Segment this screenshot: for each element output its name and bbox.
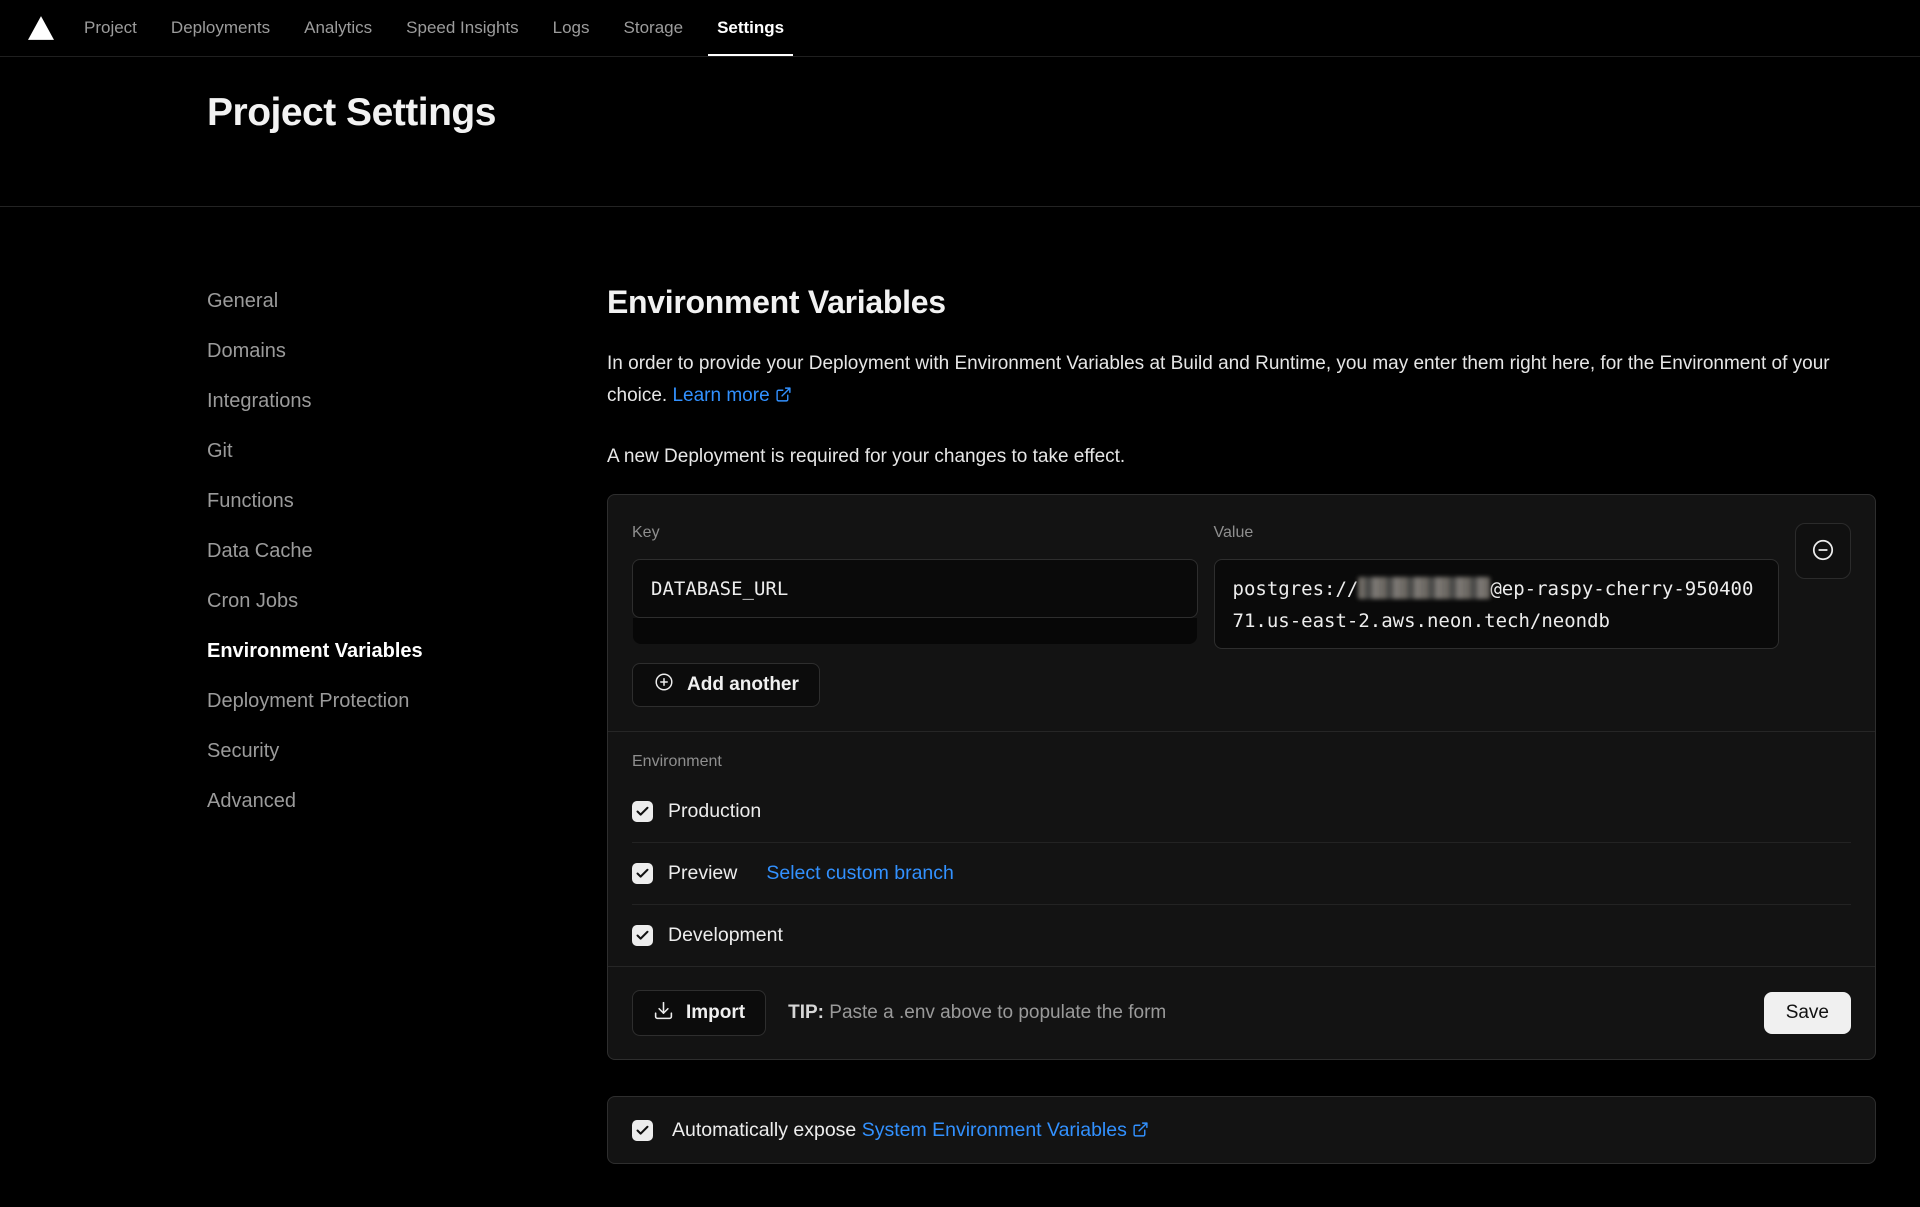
import-button[interactable]: Import <box>632 990 766 1036</box>
value-label: Value <box>1214 523 1780 543</box>
development-label: Development <box>668 924 783 947</box>
production-label: Production <box>668 800 761 823</box>
tip-bold: TIP: <box>788 1002 824 1023</box>
download-icon <box>653 1000 674 1027</box>
value-textarea[interactable]: postgres://@ep-raspy-cherry-95040071.us-… <box>1214 559 1780 649</box>
circle-minus-icon <box>1810 537 1836 566</box>
content-area: General Domains Integrations Git Functio… <box>0 207 1920 1164</box>
environment-row-preview: Preview Select custom branch <box>632 842 1851 904</box>
settings-sidebar: General Domains Integrations Git Functio… <box>207 207 607 1164</box>
environment-row-production: Production <box>632 781 1851 842</box>
page-header: Project Settings <box>0 57 1920 207</box>
check-icon <box>635 928 650 943</box>
nav-tab-project[interactable]: Project <box>84 0 137 56</box>
environment-label: Environment <box>632 752 1851 772</box>
nav-tab-speed-insights[interactable]: Speed Insights <box>406 0 518 56</box>
nav-tab-storage[interactable]: Storage <box>624 0 684 56</box>
value-prefix: postgres:// <box>1233 578 1359 600</box>
sidebar-item-security[interactable]: Security <box>207 741 279 762</box>
learn-more-label: Learn more <box>672 385 769 406</box>
redeploy-note: A new Deployment is required for your ch… <box>607 441 1876 472</box>
nav-tab-deployments[interactable]: Deployments <box>171 0 270 56</box>
external-link-icon <box>775 382 792 399</box>
import-label: Import <box>686 1002 745 1024</box>
key-label: Key <box>632 523 1198 543</box>
external-link-icon <box>1132 1121 1149 1138</box>
nav-tab-logs[interactable]: Logs <box>553 0 590 56</box>
nav-tab-analytics[interactable]: Analytics <box>304 0 372 56</box>
sidebar-item-advanced[interactable]: Advanced <box>207 791 296 812</box>
environment-row-development: Development <box>632 904 1851 966</box>
preview-checkbox[interactable] <box>632 863 653 884</box>
learn-more-link[interactable]: Learn more <box>672 385 791 406</box>
preview-label: Preview <box>668 862 737 885</box>
nav-tab-settings[interactable]: Settings <box>717 0 784 56</box>
redacted-credentials <box>1358 577 1490 599</box>
environment-variables-card: Key Value postgres://@ep-raspy-cherry-95… <box>607 494 1876 1060</box>
auto-expose-text: Automatically expose System Environment … <box>672 1119 1149 1142</box>
sidebar-item-deployment-protection[interactable]: Deployment Protection <box>207 691 409 712</box>
save-button[interactable]: Save <box>1764 992 1851 1034</box>
page-title: Project Settings <box>207 91 1920 135</box>
environment-variables-panel: Environment Variables In order to provid… <box>607 207 1876 1164</box>
system-env-link[interactable]: System Environment Variables <box>862 1119 1149 1141</box>
add-another-label: Add another <box>687 674 799 696</box>
system-env-card: Automatically expose System Environment … <box>607 1096 1876 1164</box>
top-navigation: Project Deployments Analytics Speed Insi… <box>0 0 1920 57</box>
auto-expose-label: Automatically expose <box>672 1119 862 1141</box>
tip-text: TIP: Paste a .env above to populate the … <box>788 1002 1166 1024</box>
add-another-button[interactable]: Add another <box>632 663 820 707</box>
sidebar-item-integrations[interactable]: Integrations <box>207 391 312 412</box>
tip-body: Paste a .env above to populate the form <box>824 1002 1166 1023</box>
section-description: In order to provide your Deployment with… <box>607 348 1876 411</box>
development-checkbox[interactable] <box>632 925 653 946</box>
check-icon <box>635 866 650 881</box>
nav-tabs: Project Deployments Analytics Speed Insi… <box>84 0 784 56</box>
sidebar-item-environment-variables[interactable]: Environment Variables <box>207 641 423 662</box>
environment-section: Environment Production Preview Select cu… <box>608 732 1875 966</box>
system-env-link-label: System Environment Variables <box>862 1119 1127 1141</box>
key-column: Key <box>632 523 1198 649</box>
sidebar-item-functions[interactable]: Functions <box>207 491 294 512</box>
sidebar-item-general[interactable]: General <box>207 291 278 312</box>
value-column: Value postgres://@ep-raspy-cherry-950400… <box>1214 523 1780 649</box>
key-input[interactable] <box>632 559 1198 618</box>
select-custom-branch-link[interactable]: Select custom branch <box>766 862 954 885</box>
sidebar-item-domains[interactable]: Domains <box>207 341 286 362</box>
vercel-logo-icon[interactable] <box>28 16 54 40</box>
circle-plus-icon <box>653 671 675 699</box>
key-input-extension <box>633 618 1197 644</box>
key-value-section: Key Value postgres://@ep-raspy-cherry-95… <box>608 495 1875 731</box>
sidebar-item-data-cache[interactable]: Data Cache <box>207 541 313 562</box>
section-heading: Environment Variables <box>607 284 1876 321</box>
auto-expose-checkbox[interactable] <box>632 1120 653 1141</box>
sidebar-item-cron-jobs[interactable]: Cron Jobs <box>207 591 298 612</box>
sidebar-item-git[interactable]: Git <box>207 441 233 462</box>
check-icon <box>635 804 650 819</box>
check-icon <box>635 1123 650 1138</box>
card-footer: Import TIP: Paste a .env above to popula… <box>608 966 1875 1059</box>
remove-row-button[interactable] <box>1795 523 1851 579</box>
production-checkbox[interactable] <box>632 801 653 822</box>
